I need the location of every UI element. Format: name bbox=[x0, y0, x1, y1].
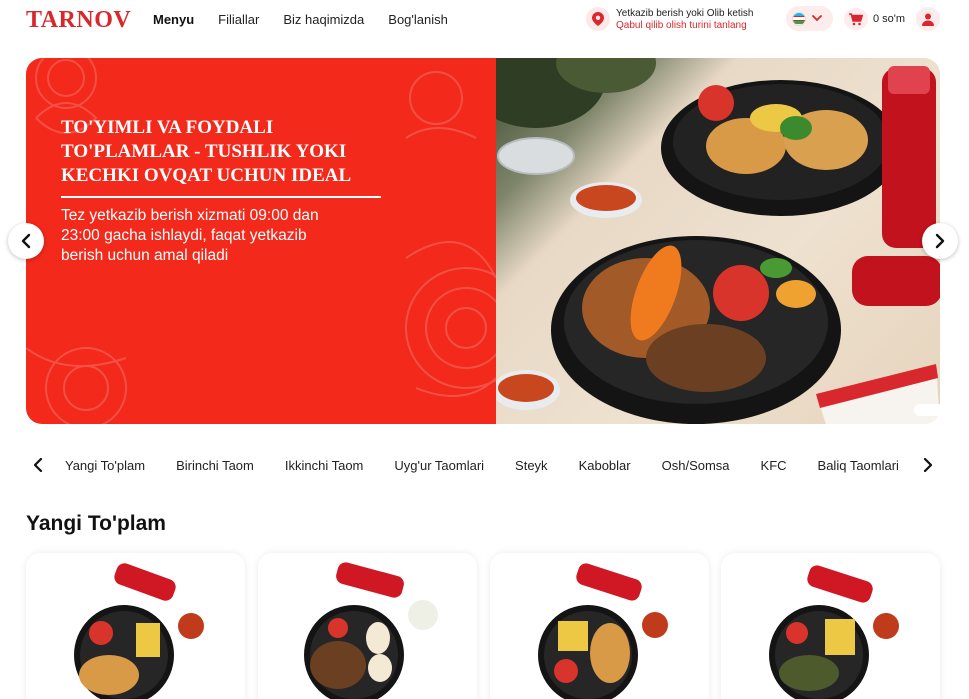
category-item[interactable]: Uyg'ur Taomlari bbox=[394, 458, 484, 473]
category-list: Yangi To'plam Birinchi Taom Ikkinchi Tao… bbox=[65, 458, 899, 473]
banner-divider bbox=[61, 196, 381, 198]
cart-total[interactable]: 0 so'm bbox=[873, 13, 905, 25]
site-header: TARNOV Menyu Filiallar Biz haqimizda Bog… bbox=[0, 0, 969, 40]
product-card[interactable] bbox=[490, 553, 709, 699]
language-selector[interactable] bbox=[786, 6, 833, 31]
category-item[interactable]: Baliq Taomlari bbox=[818, 458, 899, 473]
nav-item-branches[interactable]: Filiallar bbox=[218, 12, 259, 27]
banner-text-panel: To'yimli va foydali to'plamlar - tushlik… bbox=[26, 58, 496, 424]
cart-button[interactable] bbox=[844, 8, 868, 30]
category-item[interactable]: Osh/Somsa bbox=[662, 458, 730, 473]
food-photo-illustration bbox=[496, 58, 940, 424]
profile-button[interactable] bbox=[916, 7, 940, 31]
banner-next-button[interactable] bbox=[922, 223, 958, 259]
category-prev-button[interactable] bbox=[30, 457, 46, 473]
category-item[interactable]: Ikkinchi Taom bbox=[285, 458, 364, 473]
banner-prev-button[interactable] bbox=[8, 223, 44, 259]
banner-title: To'yimli va foydali to'plamlar - tushlik… bbox=[61, 117, 352, 186]
product-card[interactable] bbox=[26, 553, 245, 699]
delivery-title: Yetkazib berish yoki Olib ketish bbox=[616, 8, 754, 19]
uzbekistan-flag-icon bbox=[792, 11, 806, 26]
chevron-right-icon bbox=[923, 458, 932, 472]
nav-item-contact[interactable]: Bog'lanish bbox=[388, 12, 448, 27]
category-bar: Yangi To'plam Birinchi Taom Ikkinchi Tao… bbox=[26, 452, 940, 478]
product-card[interactable] bbox=[258, 553, 477, 699]
chevron-left-icon bbox=[21, 233, 31, 249]
location-pin-icon bbox=[586, 7, 610, 31]
logo[interactable]: TARNOV bbox=[26, 7, 131, 35]
slider-dot-active[interactable] bbox=[914, 404, 940, 416]
chevron-left-icon bbox=[33, 458, 42, 472]
chevron-down-icon bbox=[812, 15, 822, 22]
category-item[interactable]: Yangi To'plam bbox=[65, 458, 145, 473]
product-image bbox=[74, 563, 204, 699]
main-nav: Menyu Filiallar Biz haqimizda Bog'lanish bbox=[153, 12, 448, 27]
logo-text: TARNOV bbox=[26, 7, 132, 33]
product-image bbox=[304, 562, 438, 699]
cart-icon bbox=[849, 12, 863, 25]
category-item[interactable]: Birinchi Taom bbox=[176, 458, 254, 473]
user-icon bbox=[922, 13, 934, 26]
category-item[interactable]: Steyk bbox=[515, 458, 548, 473]
nav-item-about[interactable]: Biz haqimizda bbox=[283, 12, 364, 27]
category-item[interactable]: KFC bbox=[761, 458, 787, 473]
chevron-right-icon bbox=[935, 233, 945, 249]
delivery-selector[interactable]: Yetkazib berish yoki Olib ketish Qabul q… bbox=[586, 6, 782, 34]
banner-text: Tez yetkazib berish xizmati 09:00 dan 23… bbox=[61, 207, 319, 264]
category-item[interactable]: Kaboblar bbox=[579, 458, 631, 473]
nav-item-menu[interactable]: Menyu bbox=[153, 12, 194, 27]
section-title: Yangi To'plam bbox=[26, 512, 166, 535]
product-image bbox=[769, 565, 899, 699]
category-next-button[interactable] bbox=[919, 457, 935, 473]
product-card[interactable] bbox=[721, 553, 940, 699]
product-image bbox=[538, 563, 668, 699]
delivery-subtitle: Qabul qilib olish turini tanlang bbox=[616, 20, 747, 31]
slider-dots bbox=[914, 404, 940, 416]
promo-banner[interactable]: To'yimli va foydali to'plamlar - tushlik… bbox=[26, 58, 940, 424]
banner-food-photo bbox=[496, 58, 940, 424]
